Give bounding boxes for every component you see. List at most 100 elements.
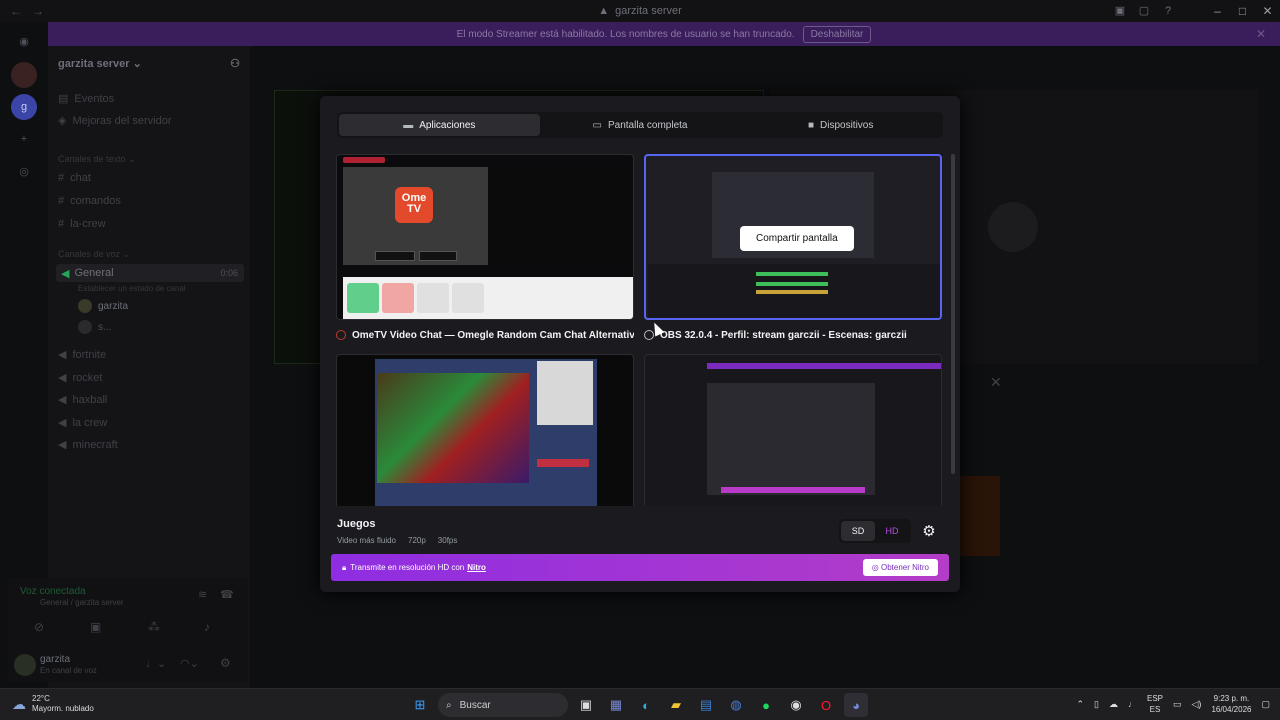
volume-icon[interactable]: ◁) bbox=[1192, 699, 1202, 710]
scrollbar[interactable] bbox=[951, 154, 955, 474]
screenshare-icon[interactable]: ▣ bbox=[90, 620, 101, 634]
browser-icon[interactable]: ◍ bbox=[724, 693, 748, 717]
voice-channel-general[interactable]: ◀ General 0:06 bbox=[56, 264, 244, 282]
notifications-icon[interactable]: ▢ bbox=[1261, 699, 1270, 710]
server-header[interactable]: garzita server ⌄ ⚇ bbox=[48, 46, 250, 80]
gear-icon[interactable]: ⚙ bbox=[918, 520, 940, 542]
network-icon[interactable]: ▭ bbox=[1173, 699, 1182, 710]
screenshare-icon[interactable]: ▢ bbox=[1132, 0, 1156, 22]
channel-la-crew[interactable]: # la-crew bbox=[58, 218, 106, 230]
voice-channel[interactable]: ◀ la crew bbox=[58, 416, 107, 430]
preset-resolution: 720p bbox=[408, 536, 426, 545]
sidebar-item-boosts[interactable]: ◈ Mejoras del servidor bbox=[58, 114, 172, 128]
microphone-icon[interactable]: ♩ bbox=[1128, 699, 1137, 709]
microphone-icon[interactable]: ♩⌄ bbox=[146, 657, 166, 670]
source-thumbnail[interactable]: Ome TV bbox=[336, 154, 634, 320]
source-thumbnail[interactable] bbox=[336, 354, 634, 506]
server-avatar[interactable] bbox=[11, 62, 37, 88]
tab-dispositivos[interactable]: ■ Dispositivos bbox=[740, 114, 941, 136]
disable-streamer-button[interactable]: Deshabilitar bbox=[802, 25, 872, 43]
tab-aplicaciones[interactable]: ▬ Aplicaciones bbox=[339, 114, 540, 136]
channel-label: la-crew bbox=[70, 218, 106, 230]
task-view-icon[interactable]: ▣ bbox=[574, 693, 598, 717]
discord-icon[interactable]: ◕ bbox=[844, 693, 868, 717]
inbox-icon[interactable]: ▣ bbox=[1108, 0, 1132, 22]
chevron-up-icon[interactable]: ⌃ bbox=[1076, 699, 1084, 710]
window-title-text: garzita server bbox=[615, 5, 682, 17]
channel-comandos[interactable]: # comandos bbox=[58, 195, 121, 207]
weather-widget[interactable]: ☁ 22°C Mayorm. nublado bbox=[12, 694, 94, 714]
sidebar-item-eventos[interactable]: ▤ Eventos bbox=[58, 92, 114, 106]
quality-toggle: SD HD bbox=[839, 519, 911, 543]
minimize-icon[interactable]: – bbox=[1205, 0, 1230, 22]
spotify-icon[interactable]: ● bbox=[754, 693, 778, 717]
voice-channel[interactable]: ◀ rocket bbox=[58, 371, 103, 385]
close-icon[interactable]: ✕ bbox=[1255, 0, 1280, 22]
sd-option[interactable]: SD bbox=[841, 521, 875, 541]
battery-icon[interactable]: ▯ bbox=[1094, 699, 1099, 710]
user-status: En canal de voz bbox=[40, 666, 97, 675]
disconnect-icon[interactable]: ☎ bbox=[220, 588, 234, 601]
maximize-icon[interactable]: □ bbox=[1230, 0, 1255, 22]
quality-preset: Juegos Video más fluido 720p 30fps bbox=[337, 518, 457, 545]
add-member-icon[interactable]: ⚇ bbox=[230, 57, 240, 70]
voice-status: Voz conectada bbox=[20, 586, 86, 597]
windows-start-icon[interactable]: ⊞ bbox=[408, 693, 432, 717]
nitro-icon: ◎ bbox=[871, 563, 881, 572]
camera-off-icon[interactable]: ⊘ bbox=[34, 620, 44, 634]
settings-icon[interactable]: ⚙ bbox=[220, 656, 231, 670]
channel-label: chat bbox=[70, 172, 91, 184]
voice-channel[interactable]: ◀ minecraft bbox=[58, 438, 118, 452]
nitro-text: Transmite en resolución HD con bbox=[350, 563, 465, 572]
server-icon-active[interactable]: g bbox=[11, 94, 37, 120]
clock[interactable]: 9:23 p. m. 16/04/2026 bbox=[1211, 693, 1251, 715]
channel-label: rocket bbox=[72, 371, 103, 384]
preset-desc: Video más fluido bbox=[337, 536, 396, 545]
share-screen-button[interactable]: Compartir pantalla bbox=[740, 226, 854, 251]
voice-user[interactable]: garzita bbox=[78, 299, 128, 313]
channel-status[interactable]: Establecer un estado de canal bbox=[78, 284, 186, 293]
obs-icon[interactable]: ◉ bbox=[784, 693, 808, 717]
voice-channel[interactable]: ◀ haxball bbox=[58, 393, 108, 407]
channel-label: haxball bbox=[72, 393, 108, 406]
search-box[interactable]: ⌕ Buscar bbox=[438, 693, 568, 717]
help-icon[interactable]: ? bbox=[1156, 0, 1180, 22]
close-icon[interactable]: ✕ bbox=[990, 374, 1002, 391]
source-card[interactable] bbox=[336, 354, 634, 506]
category-voice[interactable]: Canales de voz ⌄ bbox=[58, 249, 130, 260]
activities-icon[interactable]: ⁂ bbox=[148, 620, 160, 634]
close-icon[interactable]: ✕ bbox=[1256, 27, 1266, 41]
channel-label: comandos bbox=[70, 195, 121, 207]
discord-home-icon[interactable]: ◉ bbox=[11, 28, 37, 54]
hd-option[interactable]: HD bbox=[875, 521, 909, 541]
store-icon[interactable]: ▦ bbox=[604, 693, 628, 717]
source-thumbnail[interactable] bbox=[644, 354, 942, 506]
add-server-icon[interactable]: + bbox=[11, 126, 37, 152]
chevron-down-icon: ⌄ bbox=[132, 57, 142, 70]
voice-user[interactable]: s... bbox=[78, 320, 111, 334]
source-card[interactable] bbox=[644, 354, 942, 506]
voice-channel[interactable]: ◀ fortnite bbox=[58, 348, 106, 362]
folder-icon[interactable]: ▰ bbox=[664, 693, 688, 717]
channel-chat[interactable]: # chat bbox=[58, 172, 91, 184]
language-indicator[interactable]: ESP ES bbox=[1147, 693, 1163, 715]
get-nitro-button[interactable]: ◎ Obtener Nitro bbox=[862, 559, 938, 576]
source-card[interactable]: Compartir pantalla OBS 32.0.4 - Perfil: … bbox=[644, 154, 942, 347]
source-caption: OBS 32.0.4 - Perfil: stream garczii - Es… bbox=[644, 323, 942, 347]
source-thumbnail[interactable]: Compartir pantalla bbox=[644, 154, 942, 320]
avatar[interactable] bbox=[14, 654, 36, 676]
explore-icon[interactable]: ◎ bbox=[11, 158, 37, 184]
soundboard-icon[interactable]: ♪ bbox=[204, 620, 210, 634]
edge-icon[interactable]: ◐ bbox=[634, 693, 658, 717]
source-title: OBS 32.0.4 - Perfil: stream garczii - Es… bbox=[660, 329, 907, 341]
headphones-icon[interactable]: ◠⌄ bbox=[180, 657, 199, 670]
ms-store-icon[interactable]: ▤ bbox=[694, 693, 718, 717]
opera-icon[interactable]: O bbox=[814, 693, 838, 717]
category-text[interactable]: Canales de texto ⌄ bbox=[58, 154, 136, 165]
noise-icon[interactable]: ≋ bbox=[198, 588, 207, 601]
preset-fps: 30fps bbox=[437, 536, 458, 545]
source-card[interactable]: Ome TV OmeTV Video Chat — Omegle Random C… bbox=[336, 154, 634, 347]
cloud-icon[interactable]: ☁ bbox=[1109, 699, 1118, 710]
nitro-link[interactable]: Nitro bbox=[467, 563, 486, 572]
tab-pantalla-completa[interactable]: ▭ Pantalla completa bbox=[540, 114, 741, 136]
